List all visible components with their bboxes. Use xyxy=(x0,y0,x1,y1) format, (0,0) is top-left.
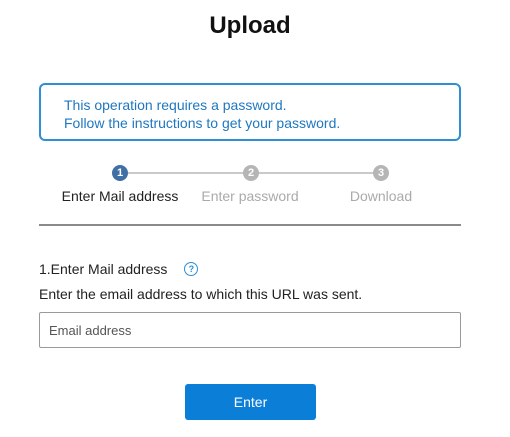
step-connector-1-2 xyxy=(120,172,250,174)
section-divider xyxy=(39,224,461,226)
email-input[interactable] xyxy=(39,312,461,348)
question-circle-icon[interactable]: ? xyxy=(184,262,199,276)
step-1-indicator: 1 xyxy=(112,165,128,181)
notice-line-2: Follow the instructions to get your pass… xyxy=(64,115,341,131)
password-notice: This operation requires a password. Foll… xyxy=(39,83,461,141)
step-2-indicator: 2 xyxy=(243,165,259,181)
step-1-label: Enter Mail address xyxy=(61,188,179,204)
upload-page: Upload This operation requires a passwor… xyxy=(0,0,510,437)
enter-button[interactable]: Enter xyxy=(185,384,316,420)
progress-stepper: 1 2 3 Enter Mail address Enter password … xyxy=(0,163,510,213)
notice-line-1: This operation requires a password. xyxy=(64,97,287,113)
page-title: Upload xyxy=(209,12,291,39)
step-connector-2-3 xyxy=(252,172,380,174)
step-3-indicator: 3 xyxy=(373,165,389,181)
step-3-label: Download xyxy=(349,188,413,204)
section-heading-text: 1.Enter Mail address xyxy=(39,261,168,277)
step-2-label: Enter password xyxy=(201,188,299,204)
email-instruction: Enter the email address to which this UR… xyxy=(39,286,363,302)
section-heading: 1.Enter Mail address ? xyxy=(39,261,199,277)
